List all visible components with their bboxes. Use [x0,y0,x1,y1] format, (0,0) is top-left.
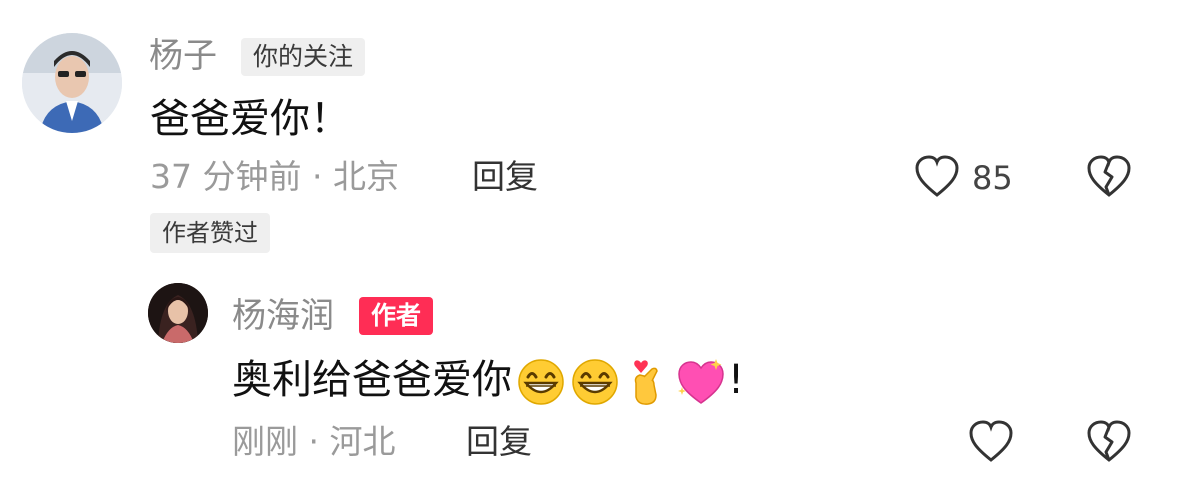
author-tag: 作者 [359,297,434,335]
reply-text-line: 奥利给爸爸爱你 ! [232,355,744,407]
following-tag: 你的关注 [241,38,366,76]
author-liked-badge: 作者赞过 [150,213,270,253]
sparkling-heart-icon [678,359,724,404]
grinning-face-icon [572,359,618,405]
broken-heart-icon [1087,155,1131,197]
comment-reply-button[interactable]: 回复 [472,157,538,197]
avatar-image [22,33,122,133]
reply-dislike-button[interactable] [1086,420,1132,464]
like-button[interactable] [914,155,960,199]
dislike-button[interactable] [1086,155,1132,199]
reply-reply-button[interactable]: 回复 [466,422,532,462]
avatar[interactable] [22,33,122,133]
reply-avatar-image [148,283,208,343]
comment-time-location: 37 分钟前 · 北京 [150,157,399,196]
broken-heart-icon [1087,420,1131,462]
reply-like-button[interactable] [968,420,1014,464]
comment-username[interactable]: 杨子 [149,36,217,76]
like-count: 85 [972,159,1013,197]
heart-icon [969,420,1013,462]
reply-username[interactable]: 杨海润 [232,296,334,336]
finger-heart-icon [634,360,658,405]
reply-avatar[interactable] [148,283,208,343]
reply-text: 奥利给爸爸爱你 [232,357,512,403]
comment-text: 爸爸爱你！ [150,96,350,142]
reply-text-end: ! [728,357,745,403]
reply-time-location: 刚刚 · 河北 [232,422,396,461]
grinning-face-icon [518,359,564,405]
heart-icon [915,155,959,197]
